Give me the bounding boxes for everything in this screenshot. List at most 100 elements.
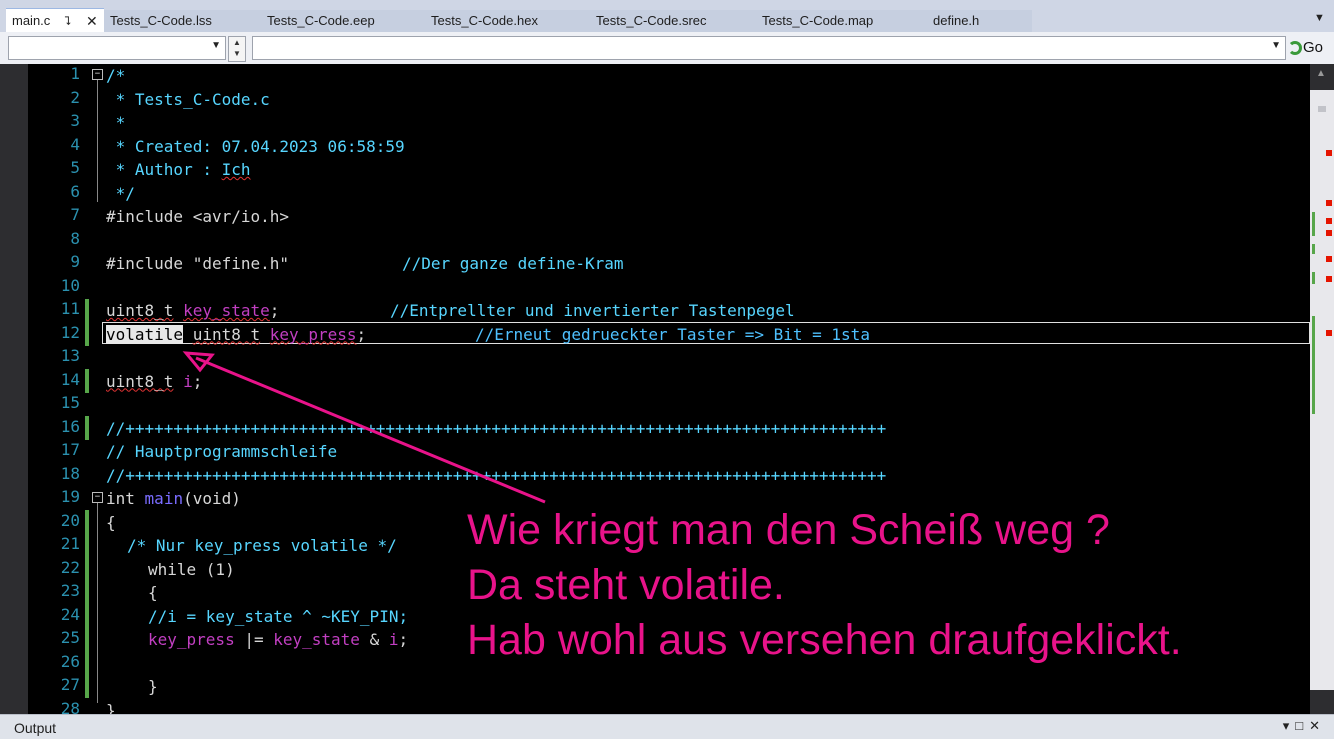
line-number: 6	[70, 181, 80, 201]
tab-srec[interactable]: Tests_C-Code.srec	[596, 10, 707, 32]
code-line: {	[106, 512, 116, 532]
tab-map[interactable]: Tests_C-Code.map	[762, 10, 873, 32]
code-line: /*	[106, 66, 126, 85]
error-marker[interactable]	[1326, 230, 1332, 236]
error-marker[interactable]	[1326, 276, 1332, 282]
scroll-track[interactable]	[1310, 90, 1334, 690]
scope-combobox[interactable]: ▼	[8, 36, 226, 60]
chevron-down-icon: ▼	[211, 40, 221, 51]
code-token: ;	[356, 324, 367, 344]
go-label: Go	[1303, 39, 1324, 56]
output-panel-header[interactable]: Output ▾□✕	[0, 714, 1334, 739]
annotation-text: Wie kriegt man den Scheiß weg ? Da steht …	[467, 503, 1182, 668]
code-token: key_state	[273, 630, 360, 649]
go-icon	[1288, 41, 1302, 55]
line-number: 7	[70, 205, 80, 224]
code-line: * Created: 07.04.2023 06:58:59	[106, 136, 405, 156]
line-number: 19	[60, 487, 80, 506]
pin-icon[interactable]: ⮧	[64, 10, 71, 32]
fold-guide	[97, 503, 98, 703]
code-token: ;	[398, 630, 409, 649]
code-token: i	[183, 371, 193, 391]
line-number: 20	[60, 510, 80, 530]
code-line: while (1)	[148, 559, 235, 579]
spin-buttons[interactable]: ▲ ▼	[228, 36, 246, 62]
chevron-down-icon: ▼	[1271, 40, 1281, 51]
line-number: 2	[70, 87, 80, 107]
change-marker	[85, 510, 89, 698]
code-comment: //Der ganze define-Kram	[402, 254, 624, 273]
code-token: key_press	[148, 630, 235, 649]
line-number: 12	[60, 322, 80, 342]
code-token: key_press	[269, 324, 357, 344]
code-line: #include "define.h"	[106, 254, 290, 273]
tab-hex[interactable]: Tests_C-Code.hex	[431, 10, 538, 32]
code-comment: //Erneut gedrueckter Taster => Bit = 1st…	[475, 324, 870, 344]
collapse-toggle[interactable]: −	[92, 492, 103, 503]
code-token: main	[144, 489, 184, 508]
error-marker[interactable]	[1326, 150, 1332, 156]
code-line: *	[106, 113, 126, 132]
line-number: 17	[60, 440, 80, 459]
tab-overflow-dropdown-icon[interactable]: ▼	[1314, 12, 1325, 24]
error-marker[interactable]	[1326, 330, 1332, 336]
collapse-toggle[interactable]: −	[92, 69, 103, 80]
change-marker	[85, 299, 89, 346]
code-line: int main(void)	[106, 487, 241, 511]
line-number: 28	[60, 698, 80, 715]
annotation-line: Hab wohl aus versehen draufgeklickt.	[467, 616, 1182, 664]
scroll-thumb[interactable]	[1318, 106, 1326, 112]
inactive-tabs	[104, 10, 1032, 32]
member-combobox[interactable]: ▼	[252, 36, 1286, 60]
line-number: 24	[60, 604, 80, 624]
code-line: * Author : Ich	[106, 158, 251, 182]
fold-guide	[97, 80, 98, 202]
error-marker[interactable]	[1326, 200, 1332, 206]
line-number: 22	[60, 557, 80, 577]
code-comment: //Entprellter und invertierter Tastenpeg…	[390, 301, 795, 320]
change-overview-marker	[1312, 244, 1315, 254]
tab-main-c[interactable]: main.c ⮧ ✕	[6, 8, 104, 33]
line-number: 14	[60, 369, 80, 389]
vertical-scrollbar[interactable]: ▲	[1310, 64, 1334, 714]
code-token: ;	[269, 301, 280, 320]
code-line: #include <avr/io.h>	[106, 207, 290, 226]
code-line: uint8_t i;	[106, 370, 202, 394]
error-marker[interactable]	[1326, 256, 1332, 262]
code-token: |=	[234, 630, 274, 649]
output-panel-title: Output	[14, 720, 57, 736]
code-line: //i = key_state ^ ~KEY_PIN;	[148, 606, 409, 626]
change-marker	[85, 369, 89, 393]
line-number: 25	[60, 628, 80, 647]
scroll-up-icon[interactable]: ▲	[1316, 68, 1326, 79]
code-line: //++++++++++++++++++++++++++++++++++++++…	[106, 418, 887, 438]
code-line: uint8_t key_state;	[106, 299, 279, 323]
document-tab-strip: main.c ⮧ ✕ Tests_C-Code.lss Tests_C-Code…	[0, 0, 1334, 33]
code-line: */	[106, 183, 135, 203]
code-line: /* Nur key_press volatile */	[127, 536, 397, 555]
code-token: uint8_t	[106, 371, 174, 391]
change-overview-marker	[1312, 212, 1315, 236]
tab-eep[interactable]: Tests_C-Code.eep	[267, 10, 375, 32]
code-line: volatile uint8_t key_press;	[106, 323, 366, 347]
code-line: //++++++++++++++++++++++++++++++++++++++…	[106, 465, 887, 485]
line-number: 5	[70, 158, 80, 177]
code-line: }	[148, 677, 158, 696]
line-number: 1	[70, 64, 80, 83]
panel-window-controls[interactable]: ▾□✕	[1283, 718, 1326, 734]
code-token: ;	[192, 371, 203, 391]
change-overview-marker	[1312, 272, 1315, 284]
tab-lss[interactable]: Tests_C-Code.lss	[110, 10, 212, 32]
line-number: 21	[60, 534, 80, 553]
close-icon[interactable]: ✕	[86, 10, 98, 32]
line-number: 3	[70, 111, 80, 130]
line-number: 27	[60, 675, 80, 694]
selected-token[interactable]: volatile	[106, 324, 184, 344]
code-token: (void)	[183, 489, 241, 508]
tab-define-h[interactable]: define.h	[933, 10, 979, 32]
code-token: Ich	[221, 160, 251, 179]
go-button[interactable]: Go	[1288, 36, 1332, 60]
code-line: key_press |= key_state & i;	[148, 628, 408, 652]
navigation-bar: ▼ ▲ ▼ ▼ Go	[0, 32, 1334, 65]
error-marker[interactable]	[1326, 218, 1332, 224]
